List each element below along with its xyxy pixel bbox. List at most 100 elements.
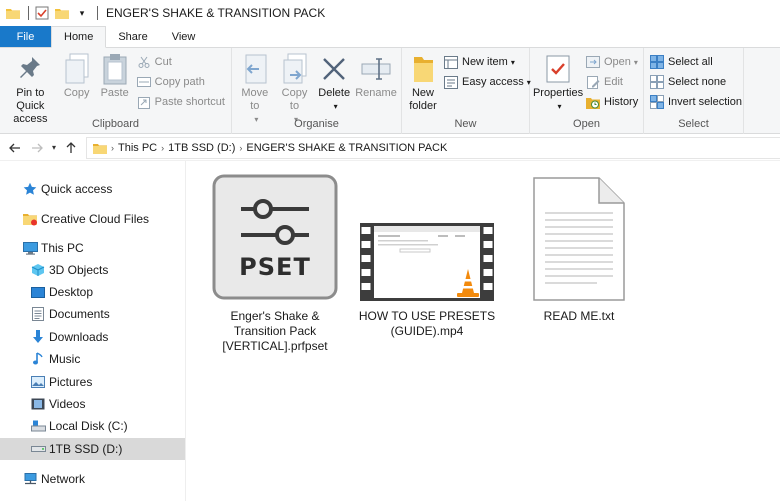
delete-chevron-icon: ▾ xyxy=(333,102,338,111)
breadcrumb-chevron-icon: › xyxy=(161,143,165,153)
sidebar-item-label: Music xyxy=(49,352,81,366)
open-label: Open xyxy=(604,56,631,68)
tab-home[interactable]: Home xyxy=(51,26,107,48)
edit-pencil-icon xyxy=(586,75,600,89)
download-arrow-icon xyxy=(30,329,46,345)
new-folder-quick-icon[interactable] xyxy=(55,6,69,20)
move-to-label: Move to xyxy=(241,87,269,112)
computer-icon xyxy=(22,240,38,256)
open-chevron-icon: ▾ xyxy=(633,57,638,67)
select-none-label: Select none xyxy=(668,76,727,88)
select-group: Select all Select none Invert selection … xyxy=(644,48,744,134)
move-to-icon xyxy=(239,52,271,86)
copy-label: Copy xyxy=(63,87,90,99)
tab-view[interactable]: View xyxy=(160,26,208,47)
window-title: ENGER'S SHAKE & TRANSITION PACK xyxy=(106,6,326,20)
easy-access-icon xyxy=(444,75,458,89)
tab-file[interactable]: File xyxy=(0,26,51,47)
sidebar-item-label: Videos xyxy=(49,397,86,411)
preset-badge-text: PSET xyxy=(239,253,311,281)
copy-path-button[interactable]: Copy path xyxy=(134,72,228,92)
sidebar-item-label: Quick access xyxy=(41,182,113,196)
windows-drive-icon xyxy=(30,418,46,434)
clipboard-group-label: Clipboard xyxy=(91,118,140,130)
easy-access-button[interactable]: Easy access ▾ xyxy=(441,72,534,92)
paste-label: Paste xyxy=(100,87,129,99)
edit-label: Edit xyxy=(604,76,623,88)
title-bar: ▾ ENGER'S SHAKE & TRANSITION PACK xyxy=(0,0,780,26)
sidebar-item-ssd-d[interactable]: 1TB SSD (D:) xyxy=(0,438,185,460)
desktop-icon xyxy=(30,284,46,300)
up-arrow-icon[interactable] xyxy=(60,137,82,159)
navigation-bar: ▾ › This PC › 1TB SSD (D:) › ENGER'S SHA… xyxy=(0,135,780,161)
properties-quick-icon[interactable] xyxy=(35,6,49,20)
cut-label: Cut xyxy=(154,56,172,68)
sidebar-item-label: 3D Objects xyxy=(49,263,109,277)
organise-group-label: Organise xyxy=(294,118,339,130)
open-group-label: Open xyxy=(573,118,600,130)
sidebar-item-music[interactable]: Music xyxy=(0,348,185,370)
paste-icon xyxy=(99,52,131,86)
breadcrumb-ssd[interactable]: 1TB SSD (D:) xyxy=(168,142,235,154)
properties-label: Properties xyxy=(532,87,584,99)
documents-icon xyxy=(30,306,46,322)
pictures-icon xyxy=(30,374,46,390)
file-item-video[interactable]: HOW TO USE PRESETS (GUIDE).mp4 xyxy=(357,173,497,339)
recent-locations-chevron-icon[interactable]: ▾ xyxy=(48,137,60,159)
breadcrumb-current-folder[interactable]: ENGER'S SHAKE & TRANSITION PACK xyxy=(246,142,447,154)
quick-access-separator xyxy=(28,6,29,20)
properties-chevron-icon: ▾ xyxy=(557,102,562,111)
pin-icon xyxy=(14,52,46,86)
sidebar-item-label: Documents xyxy=(49,307,110,321)
sidebar-item-quick-access[interactable]: Quick access xyxy=(0,178,185,200)
customize-toolbar-chevron-icon[interactable]: ▾ xyxy=(75,6,89,20)
sidebar-item-3d-objects[interactable]: 3D Objects xyxy=(0,259,185,281)
cube-icon xyxy=(30,262,46,278)
preset-file-icon xyxy=(211,173,339,301)
sidebar-item-network[interactable]: Network xyxy=(0,468,185,490)
history-icon xyxy=(586,95,600,109)
sidebar-item-videos[interactable]: Videos xyxy=(0,393,185,415)
sidebar-item-documents[interactable]: Documents xyxy=(0,303,185,325)
sidebar-item-desktop[interactable]: Desktop xyxy=(0,281,185,303)
file-name: READ ME.txt xyxy=(543,309,615,323)
sidebar-item-local-disk-c[interactable]: Local Disk (C:) xyxy=(0,415,185,437)
delete-x-icon xyxy=(318,52,350,86)
ribbon-tabs: File Home Share View xyxy=(0,26,780,48)
select-none-button[interactable]: Select none xyxy=(647,72,745,92)
video-film-icon xyxy=(30,396,46,412)
new-group-label: New xyxy=(454,118,477,130)
copy-path-label: Copy path xyxy=(154,76,205,88)
tab-share[interactable]: Share xyxy=(106,26,159,47)
paste-shortcut-label: Paste shortcut xyxy=(154,96,225,108)
sidebar-item-creative-cloud[interactable]: Creative Cloud Files xyxy=(0,208,185,230)
history-button[interactable]: History xyxy=(583,92,641,112)
file-item-preset[interactable]: PSET Enger's Shake & Transition Pack [VE… xyxy=(205,173,345,354)
forward-arrow-icon[interactable] xyxy=(26,137,48,159)
address-folder-icon xyxy=(93,142,107,154)
rename-icon xyxy=(360,52,392,86)
breadcrumb-this-pc[interactable]: This PC xyxy=(118,142,157,154)
back-arrow-icon[interactable] xyxy=(4,137,26,159)
invert-selection-icon xyxy=(650,95,664,109)
sidebar-item-this-pc[interactable]: This PC xyxy=(0,237,185,259)
open-group: Properties ▾ Open ▾ Edit History Open xyxy=(530,48,644,134)
new-item-chevron-icon: ▾ xyxy=(510,57,515,67)
sidebar-item-pictures[interactable]: Pictures xyxy=(0,371,185,393)
sidebar-item-downloads[interactable]: Downloads xyxy=(0,326,185,348)
drive-icon xyxy=(30,441,46,457)
text-document-icon xyxy=(533,173,625,301)
paste-shortcut-button[interactable]: Paste shortcut xyxy=(134,92,228,112)
folder-icon xyxy=(6,6,20,20)
file-item-readme[interactable]: READ ME.txt xyxy=(509,173,649,324)
cut-button[interactable]: Cut xyxy=(134,52,228,72)
star-icon xyxy=(22,181,38,197)
open-icon xyxy=(586,55,600,69)
new-item-button[interactable]: New item ▾ xyxy=(441,52,534,72)
invert-selection-button[interactable]: Invert selection xyxy=(647,92,745,112)
select-all-button[interactable]: Select all xyxy=(647,52,745,72)
sidebar-item-label: Local Disk (C:) xyxy=(49,419,128,433)
edit-button[interactable]: Edit xyxy=(583,72,641,92)
open-button[interactable]: Open ▾ xyxy=(583,52,641,72)
address-bar[interactable]: › This PC › 1TB SSD (D:) › ENGER'S SHAKE… xyxy=(86,137,780,159)
